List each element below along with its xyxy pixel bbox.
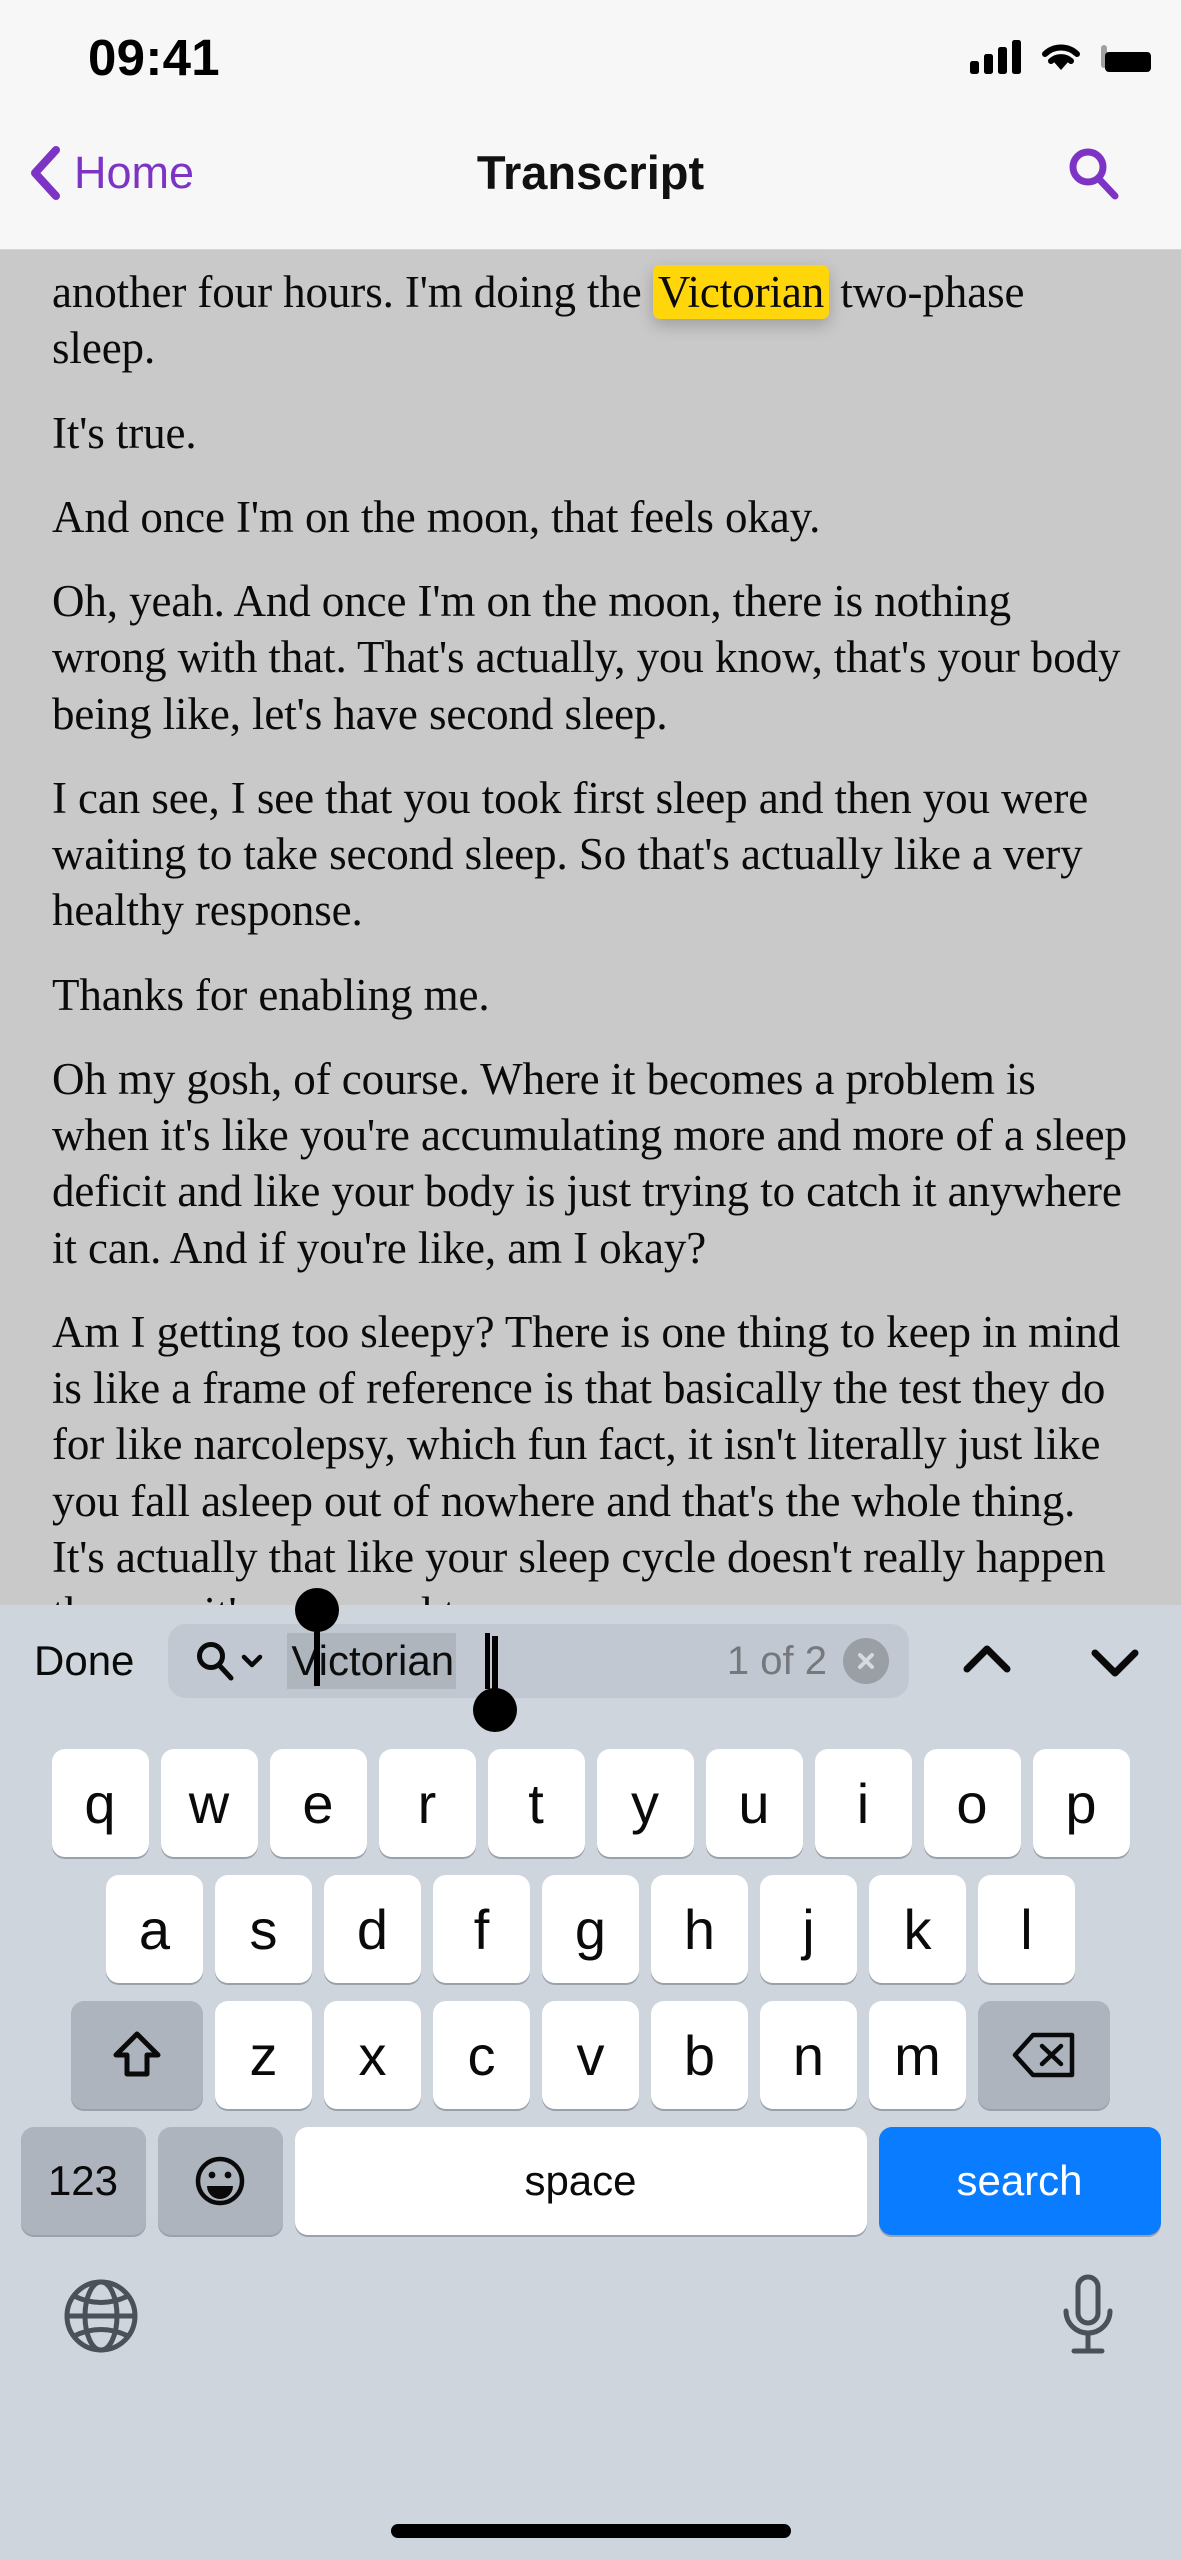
transcript-paragraph: I can see, I see that you took first sle… — [52, 772, 1089, 936]
key-l[interactable]: l — [978, 1875, 1075, 1983]
key-e[interactable]: e — [269, 1749, 367, 1857]
find-query-container[interactable]: Victorian — [287, 1588, 727, 1732]
find-in-page-bar: Done Victorian 1 of 2 — [0, 1588, 1181, 1732]
key-w[interactable]: w — [160, 1749, 258, 1857]
paragraph-text-pre: another four hours. I'm doing the — [52, 267, 653, 317]
search-submit-key[interactable]: search — [878, 2127, 1161, 2235]
transcript-paragraph: And once I'm on the moon, that feels oka… — [52, 491, 821, 542]
text-cursor-caret — [485, 1633, 491, 1689]
transcript-paragraph: Oh my gosh, of course. Where it becomes … — [52, 1053, 1127, 1273]
key-p[interactable]: p — [1032, 1749, 1130, 1857]
key-q[interactable]: q — [51, 1749, 149, 1857]
transcript-paragraph: Thanks for enabling me. — [52, 969, 490, 1020]
key-c[interactable]: c — [433, 2001, 530, 2109]
key-x[interactable]: x — [324, 2001, 421, 2109]
backspace-key[interactable] — [978, 2001, 1110, 2109]
globe-language-icon[interactable] — [58, 2273, 144, 2359]
find-search-field[interactable]: Victorian 1 of 2 — [168, 1588, 909, 1732]
keyboard-row-1: q w e r t y u i o p — [0, 1717, 1181, 1857]
key-t[interactable]: t — [487, 1749, 585, 1857]
shift-up-arrow-icon — [113, 2031, 161, 2077]
find-previous-button[interactable] — [955, 1629, 1019, 1693]
chevron-down-icon — [242, 1654, 263, 1668]
iphone-screen: 09:41 Home Transcript another four hours… — [0, 0, 1181, 2560]
back-to-home-button[interactable]: Home — [28, 145, 194, 201]
shift-key[interactable] — [71, 2001, 203, 2109]
clear-search-button[interactable] — [843, 1638, 889, 1684]
backspace-delete-icon — [1012, 2032, 1075, 2078]
keyboard-row-2: a s d f g h j k l — [0, 1857, 1181, 1983]
wifi-icon — [1042, 44, 1080, 70]
key-h[interactable]: h — [651, 1875, 748, 1983]
key-m[interactable]: m — [869, 2001, 966, 2109]
keyboard-row-4: 123 space search — [0, 2109, 1181, 2235]
find-next-button[interactable] — [1083, 1629, 1147, 1693]
key-b[interactable]: b — [651, 2001, 748, 2109]
key-o[interactable]: o — [923, 1749, 1021, 1857]
space-key[interactable]: space — [294, 2127, 867, 2235]
status-bar: 09:41 — [0, 0, 1181, 96]
key-d[interactable]: d — [324, 1875, 421, 1983]
key-g[interactable]: g — [542, 1875, 639, 1983]
battery-full-icon — [1101, 45, 1151, 72]
transcript-paragraph: Oh, yeah. And once I'm on the moon, ther… — [52, 576, 1121, 739]
key-i[interactable]: i — [814, 1749, 912, 1857]
back-button-label: Home — [74, 146, 195, 198]
numbers-key[interactable]: 123 — [20, 2127, 146, 2235]
transcript-paragraph: Am I getting too sleepy? There is one th… — [52, 1306, 1121, 1605]
status-bar-indicators — [970, 40, 1151, 74]
find-match-status: 1 of 2 — [727, 1638, 893, 1684]
done-button[interactable]: Done — [34, 1637, 134, 1685]
navigation-bar: Home Transcript — [0, 96, 1181, 250]
key-a[interactable]: a — [106, 1875, 203, 1983]
search-scope-icon[interactable] — [194, 1640, 263, 1682]
chevron-left-icon — [31, 145, 60, 200]
emoji-smiley-icon — [195, 2156, 245, 2206]
home-indicator-bar[interactable] — [390, 2524, 791, 2538]
key-f[interactable]: f — [433, 1875, 530, 1983]
find-query-value[interactable]: Victorian — [287, 1633, 457, 1689]
microphone-icon[interactable] — [1053, 2271, 1123, 2361]
key-v[interactable]: v — [542, 2001, 639, 2109]
key-n[interactable]: n — [760, 2001, 857, 2109]
onscreen-keyboard: q w e r t y u i o p a s d f g h j k l z … — [0, 1717, 1181, 2560]
transcript-content[interactable]: another four hours. I'm doing the Victor… — [0, 250, 1181, 1605]
key-y[interactable]: y — [596, 1749, 694, 1857]
transcript-paragraph: It's true. — [52, 407, 197, 458]
emoji-key[interactable] — [157, 2127, 283, 2235]
key-s[interactable]: s — [215, 1875, 312, 1983]
key-k[interactable]: k — [869, 1875, 966, 1983]
signal-bars-icon — [970, 40, 1021, 74]
key-u[interactable]: u — [705, 1749, 803, 1857]
keyboard-row-3: z x c v b n m — [0, 1983, 1181, 2109]
key-j[interactable]: j — [760, 1875, 857, 1983]
close-icon — [858, 1653, 874, 1669]
key-z[interactable]: z — [215, 2001, 312, 2109]
find-match-count: 1 of 2 — [726, 1638, 827, 1683]
transcript-paragraph: another four hours. I'm doing the Victor… — [52, 264, 1129, 377]
search-icon[interactable] — [1065, 145, 1121, 201]
search-icon — [197, 1642, 234, 1681]
search-match-highlight: Victorian — [652, 265, 830, 319]
keyboard-bottom-bar — [0, 2235, 1181, 2361]
status-bar-time: 09:41 — [88, 28, 220, 86]
find-navigation-controls — [955, 1629, 1147, 1693]
key-r[interactable]: r — [378, 1749, 476, 1857]
